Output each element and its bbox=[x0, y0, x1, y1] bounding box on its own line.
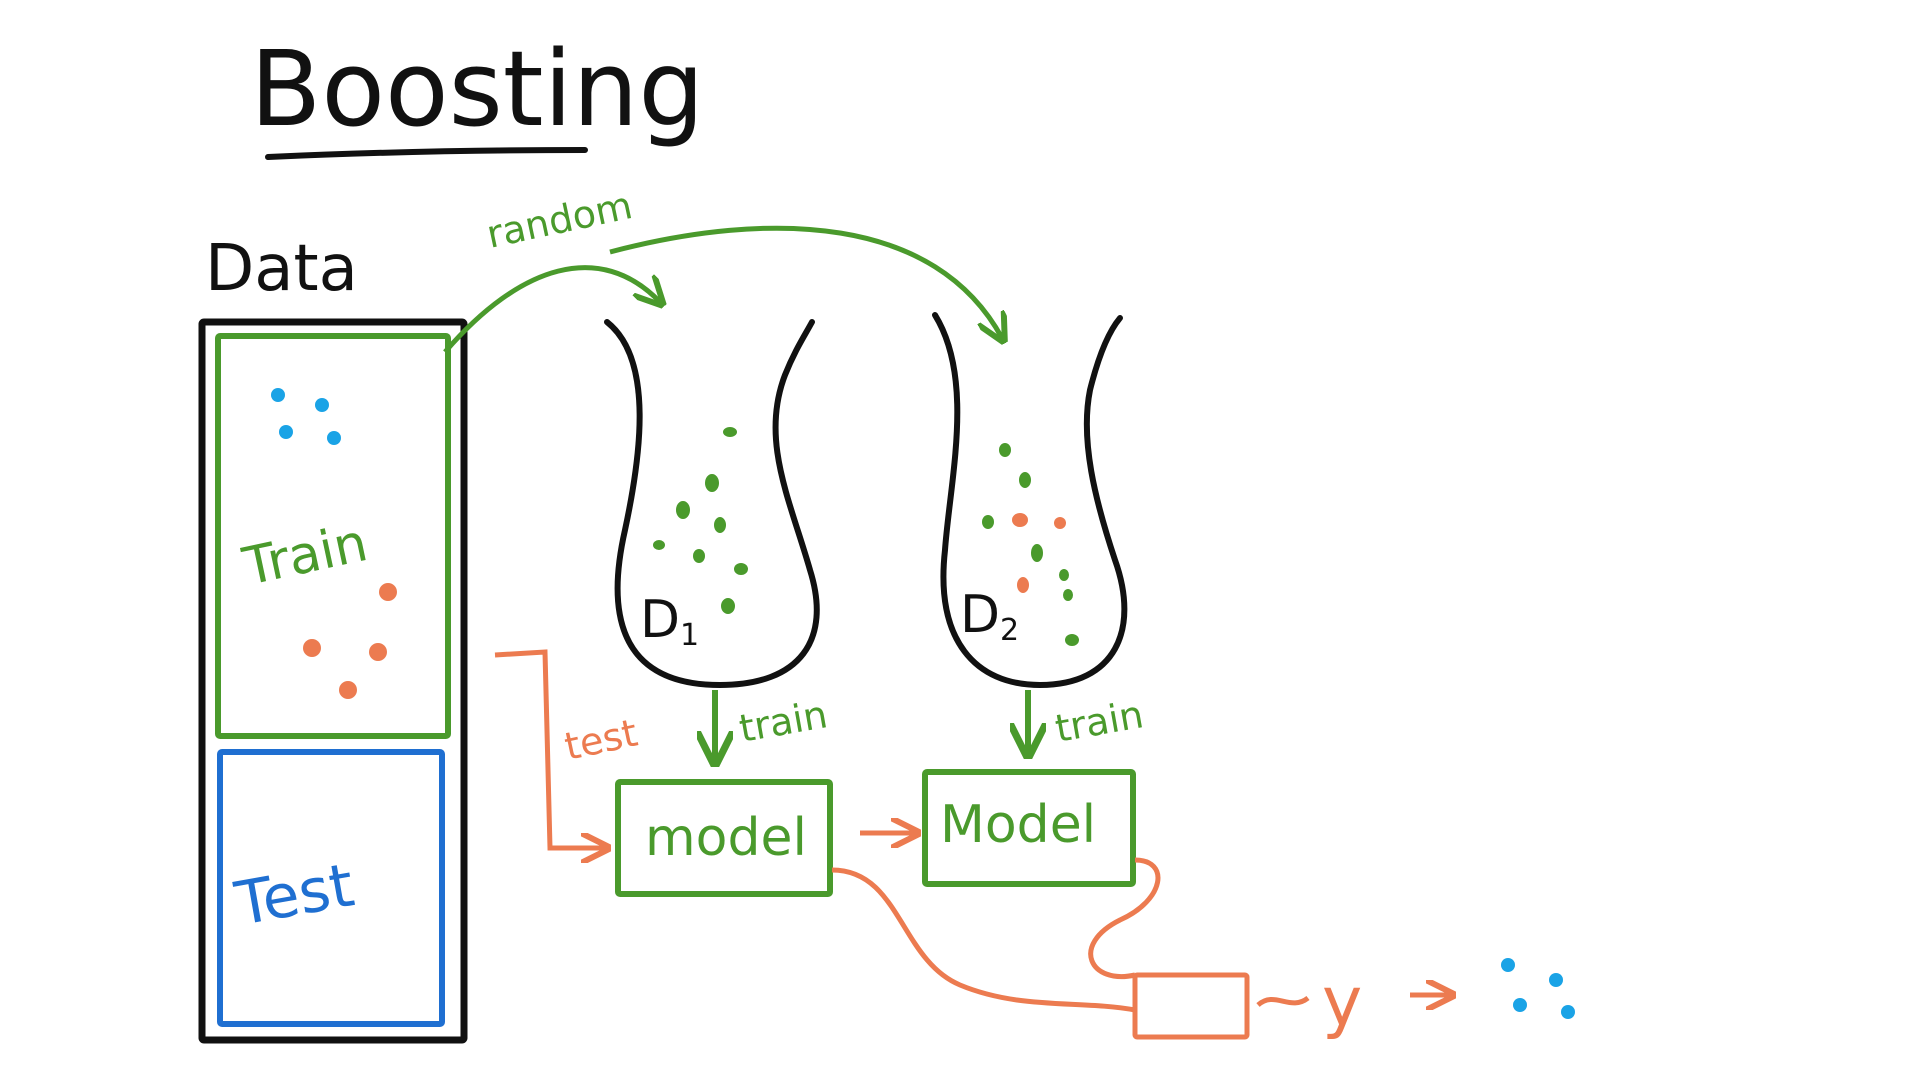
random-arrow-to-d1 bbox=[443, 265, 660, 354]
dot bbox=[1031, 544, 1043, 562]
dot bbox=[999, 443, 1011, 457]
dot bbox=[705, 474, 719, 492]
bag-d2-label: D2 bbox=[960, 585, 1019, 648]
bag-d1-outline bbox=[604, 319, 820, 689]
random-arrow-to-d2 bbox=[609, 225, 1002, 338]
dot bbox=[1012, 513, 1028, 527]
dot bbox=[714, 517, 726, 533]
dot bbox=[369, 643, 387, 661]
dot bbox=[721, 598, 735, 614]
combiner-box bbox=[1132, 972, 1250, 1040]
train-arrow-2-label: train bbox=[1052, 692, 1147, 751]
model-2-label: Model bbox=[940, 795, 1096, 855]
dot bbox=[379, 583, 397, 601]
test-label: Test bbox=[229, 850, 359, 940]
dot bbox=[1059, 569, 1069, 581]
data-label: Data bbox=[205, 232, 358, 306]
train-arrow-1-label: train bbox=[736, 692, 831, 751]
dot bbox=[1019, 472, 1031, 488]
dot bbox=[327, 431, 341, 445]
model-1-output-curve bbox=[831, 867, 1136, 1013]
output-y-label: y bbox=[1322, 963, 1362, 1042]
boosting-diagram: Boosting Data Train Test random D1 D2 tr… bbox=[198, 28, 1575, 1044]
dot bbox=[1549, 973, 1563, 987]
dot bbox=[1054, 517, 1066, 529]
dot bbox=[676, 501, 690, 519]
page-title: Boosting bbox=[250, 28, 704, 150]
dot bbox=[279, 425, 293, 439]
dot bbox=[1501, 958, 1515, 972]
dot bbox=[1561, 1005, 1575, 1019]
dot bbox=[1065, 634, 1079, 646]
dot bbox=[1017, 577, 1029, 593]
model-2-output-curve bbox=[1088, 857, 1161, 979]
dot bbox=[693, 549, 705, 563]
dot bbox=[734, 563, 748, 575]
dot bbox=[271, 388, 285, 402]
model-1-label: model bbox=[645, 808, 807, 868]
bag-d1: D1 bbox=[604, 319, 820, 689]
title-group: Boosting bbox=[250, 28, 704, 160]
dot bbox=[339, 681, 357, 699]
dot bbox=[1063, 589, 1073, 601]
title-underline bbox=[265, 147, 588, 160]
bag-d2: D2 bbox=[932, 312, 1128, 689]
dot bbox=[653, 540, 665, 550]
train-blue-dots bbox=[271, 388, 341, 445]
test-arrow-label: test bbox=[561, 711, 642, 769]
bag-d1-dots bbox=[653, 427, 748, 614]
dot bbox=[982, 515, 994, 529]
train-label: Train bbox=[237, 513, 373, 598]
train-orange-dots bbox=[303, 583, 397, 699]
dot bbox=[1513, 998, 1527, 1012]
dot bbox=[723, 427, 737, 437]
output-tilde bbox=[1256, 995, 1310, 1008]
random-label: random bbox=[483, 183, 636, 257]
output-blue-dots bbox=[1501, 958, 1575, 1019]
bag-d1-label: D1 bbox=[640, 590, 699, 653]
dot bbox=[303, 639, 321, 657]
dot bbox=[315, 398, 329, 412]
